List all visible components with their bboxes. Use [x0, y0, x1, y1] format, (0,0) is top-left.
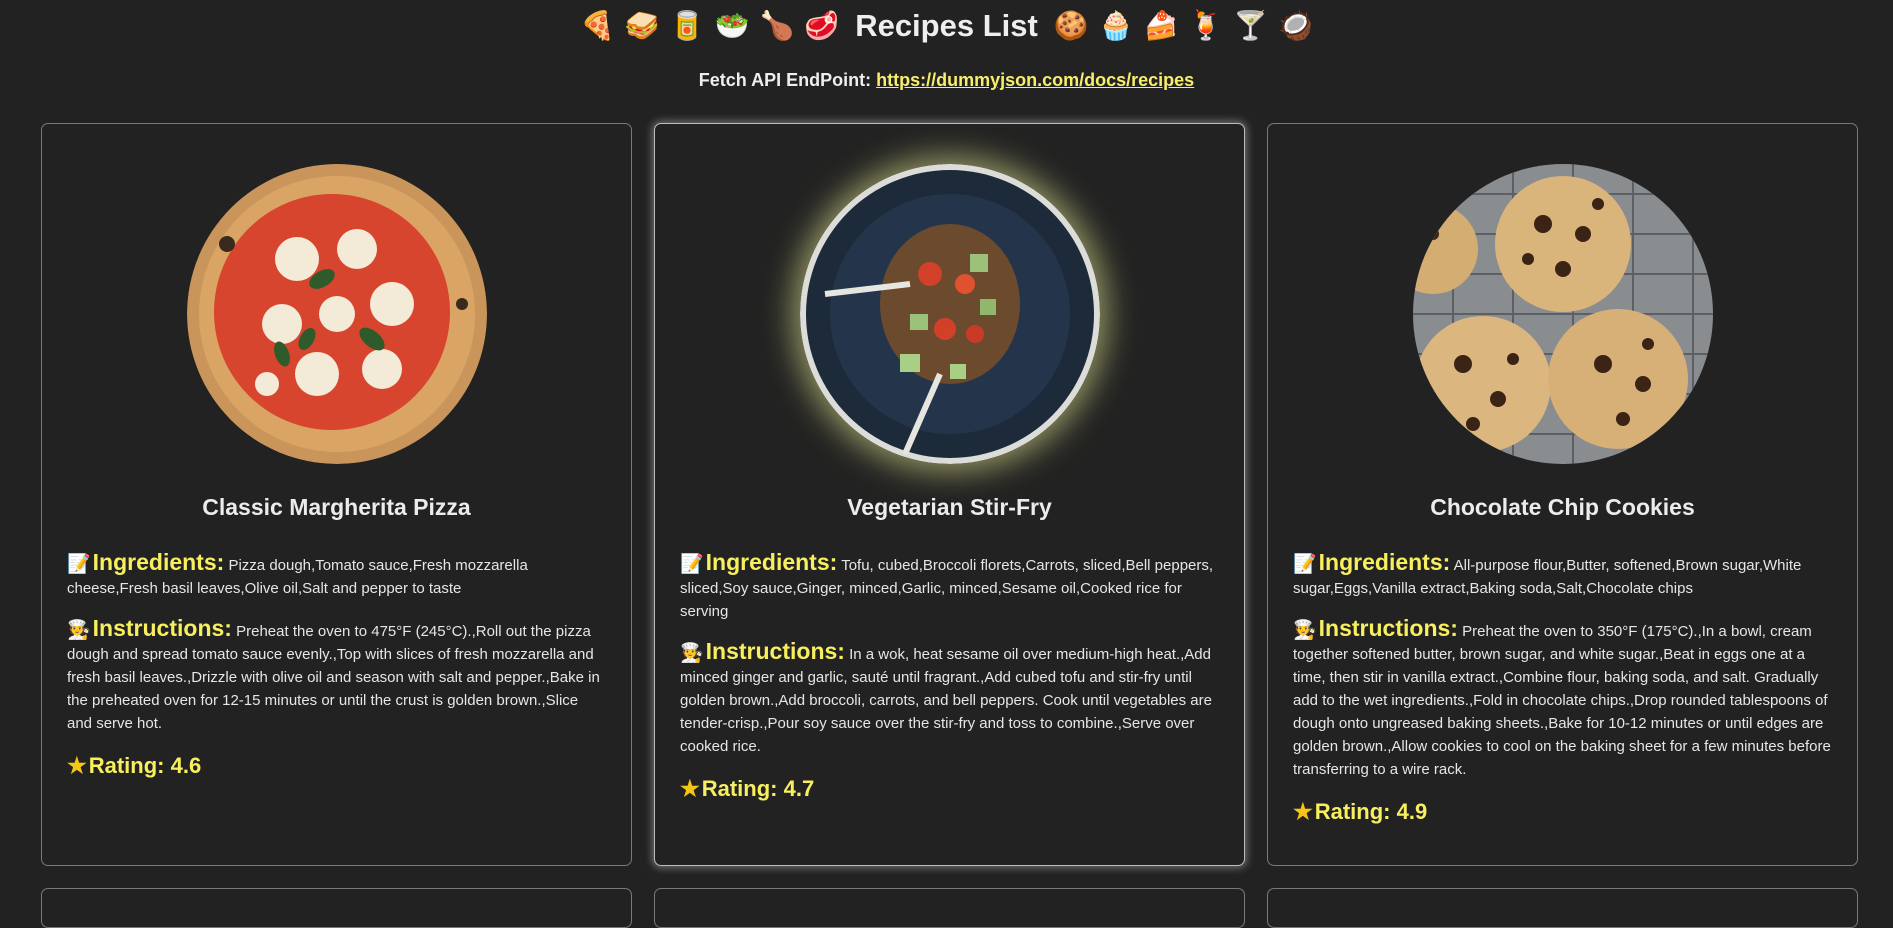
- star-icon: ★: [67, 753, 87, 778]
- ingredients-label: Ingredients:: [705, 549, 838, 575]
- recipe-card[interactable]: Vegetarian Stir-Fry 📝Ingredients: Tofu, …: [654, 123, 1245, 866]
- recipe-card-partial[interactable]: [1267, 888, 1858, 928]
- page-header: 🍕 🥪 🥫 🥗 🍗 🥩 Recipes List 🍪 🧁 🍰 🍹 🍸 🥥 Fet…: [0, 0, 1893, 91]
- endpoint-line: Fetch API EndPoint: https://dummyjson.co…: [0, 70, 1893, 91]
- salad-emoji-icon: 🥗: [714, 9, 750, 42]
- recipe-grid: Classic Margherita Pizza 📝Ingredients: P…: [41, 123, 1858, 928]
- ingredients-label: Ingredients:: [1318, 549, 1451, 575]
- coconut-emoji-icon: 🥥: [1278, 9, 1314, 42]
- memo-icon: 📝: [680, 553, 704, 575]
- stir-fry-image: [799, 164, 1100, 464]
- drumstick-emoji-icon: 🍗: [759, 9, 795, 42]
- recipe-name: Chocolate Chip Cookies: [1430, 494, 1695, 520]
- tropical-drink-emoji-icon: 🍹: [1188, 9, 1224, 42]
- star-icon: ★: [1293, 799, 1313, 824]
- rating: ★Rating: 4.9: [1293, 799, 1832, 825]
- title-row: 🍕 🥪 🥫 🥗 🍗 🥩 Recipes List 🍪 🧁 🍰 🍹 🍸 🥥: [0, 8, 1893, 44]
- cupcake-emoji-icon: 🧁: [1098, 9, 1134, 42]
- cook-icon: 🧑‍🍳: [680, 642, 704, 664]
- can-emoji-icon: 🥫: [669, 9, 705, 42]
- ingredients-section: 📝Ingredients: Pizza dough,Tomato sauce,F…: [67, 551, 606, 600]
- cocktail-emoji-icon: 🍸: [1233, 9, 1269, 42]
- ingredients-label: Ingredients:: [92, 549, 225, 575]
- instructions-section: 🧑‍🍳Instructions: Preheat the oven to 475…: [67, 617, 606, 735]
- rating-text: Rating: 4.9: [1314, 799, 1428, 824]
- ingredients-section: 📝Ingredients: Tofu, cubed,Broccoli flore…: [680, 551, 1219, 623]
- cookies-image: [1412, 164, 1713, 464]
- rating: ★Rating: 4.6: [67, 753, 606, 779]
- rating: ★Rating: 4.7: [680, 776, 1219, 802]
- recipe-card-partial[interactable]: [654, 888, 1245, 928]
- cookie-emoji-icon: 🍪: [1053, 9, 1089, 42]
- pizza-emoji-icon: 🍕: [579, 9, 615, 42]
- memo-icon: 📝: [67, 553, 91, 575]
- recipe-image-wrap: [1293, 124, 1832, 464]
- instructions-label: Instructions:: [92, 615, 232, 641]
- recipe-card-partial[interactable]: [41, 888, 632, 928]
- star-icon: ★: [680, 776, 700, 801]
- recipe-card[interactable]: Chocolate Chip Cookies 📝Ingredients: All…: [1267, 123, 1858, 866]
- instructions-section: 🧑‍🍳Instructions: Preheat the oven to 350…: [1293, 617, 1832, 781]
- cook-icon: 🧑‍🍳: [1293, 619, 1317, 641]
- meat-emoji-icon: 🥩: [804, 9, 840, 42]
- recipe-name: Classic Margherita Pizza: [202, 494, 471, 520]
- recipe-image-wrap: [67, 124, 606, 464]
- sandwich-emoji-icon: 🥪: [624, 9, 660, 42]
- ingredients-section: 📝Ingredients: All-purpose flour,Butter, …: [1293, 551, 1832, 600]
- rating-text: Rating: 4.6: [88, 753, 202, 778]
- instructions-section: 🧑‍🍳Instructions: In a wok, heat sesame o…: [680, 640, 1219, 758]
- memo-icon: 📝: [1293, 553, 1317, 575]
- endpoint-link[interactable]: https://dummyjson.com/docs/recipes: [876, 70, 1194, 90]
- rating-text: Rating: 4.7: [701, 776, 815, 801]
- page-title: Recipes List: [855, 8, 1038, 43]
- endpoint-label: Fetch API EndPoint:: [698, 70, 872, 90]
- instructions-label: Instructions:: [1318, 615, 1458, 641]
- recipe-image-wrap: [680, 124, 1219, 464]
- instructions-label: Instructions:: [705, 638, 845, 664]
- cake-emoji-icon: 🍰: [1143, 9, 1179, 42]
- instructions-text: Preheat the oven to 350°F (175°C).,In a …: [1293, 623, 1831, 778]
- recipe-name: Vegetarian Stir-Fry: [847, 494, 1052, 520]
- cook-icon: 🧑‍🍳: [67, 619, 91, 641]
- recipe-card[interactable]: Classic Margherita Pizza 📝Ingredients: P…: [41, 123, 632, 866]
- pizza-image: [186, 164, 487, 464]
